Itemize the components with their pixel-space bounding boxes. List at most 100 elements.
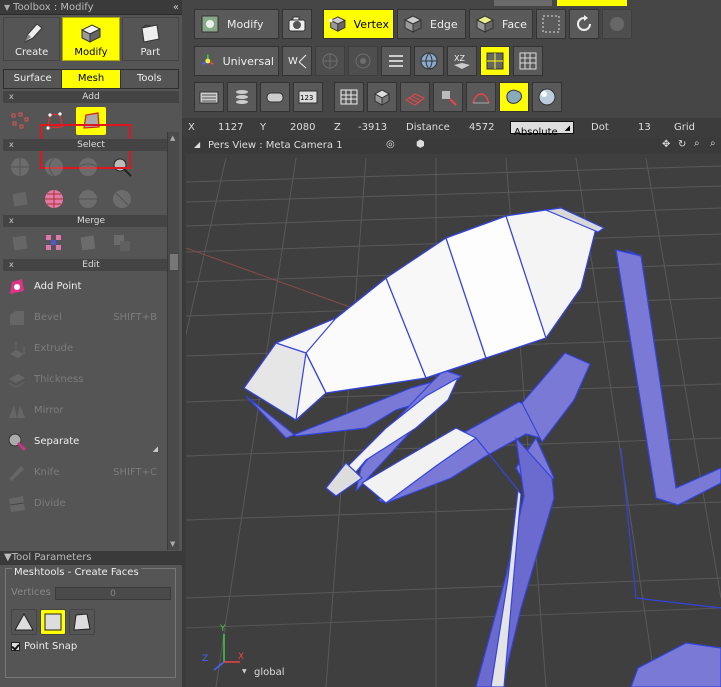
select-loop-button[interactable]	[42, 155, 66, 179]
world-axis-button[interactable]: W	[282, 46, 312, 76]
object-button[interactable]	[367, 82, 397, 112]
section-select[interactable]: x Select	[3, 139, 179, 151]
tab-mesh[interactable]: Mesh	[62, 70, 121, 88]
collapse-triangle-icon[interactable]: ▼	[4, 552, 12, 563]
merge-faces-button[interactable]	[76, 231, 100, 255]
thickness-tool[interactable]: Thickness	[0, 364, 182, 395]
scrollbar-thumb[interactable]	[170, 254, 178, 270]
face-mode-button[interactable]: Face	[469, 9, 533, 39]
merge-vertices-button[interactable]	[42, 231, 66, 255]
coord-mode-dropdown[interactable]: Absolute ◢	[510, 121, 574, 138]
triangle-mode-button[interactable]	[11, 609, 37, 635]
modify-button[interactable]: Modify	[194, 9, 279, 39]
vertex-mode-button[interactable]: Vertex	[323, 9, 394, 39]
spring-button[interactable]	[227, 82, 257, 112]
select-region-button[interactable]	[8, 187, 32, 211]
coordinate-bar: X 1127 Y 2080 Z -3913 Distance 4572 Abso…	[182, 118, 721, 138]
section-add[interactable]: x Add	[3, 91, 179, 103]
grid-icon	[519, 52, 537, 70]
document-tab-active[interactable]	[557, 0, 627, 6]
toolbox-scrollbar[interactable]: ▲ ▼	[167, 132, 179, 550]
tab-tools[interactable]: Tools	[120, 70, 178, 88]
z-label: Z	[334, 122, 341, 133]
coordinate-space-label[interactable]: global	[254, 667, 285, 678]
vertices-field[interactable]: 0	[55, 587, 171, 600]
collapse-triangle-icon[interactable]: ▼	[4, 3, 10, 12]
pan-icon[interactable]: ✥	[662, 139, 670, 150]
mirror-tool[interactable]: Mirror	[0, 395, 182, 426]
extrude-tool[interactable]: Extrude	[0, 333, 182, 364]
numeric-input-button[interactable]: 123	[293, 82, 323, 112]
transform-button[interactable]	[433, 82, 463, 112]
z-value[interactable]: -3913	[358, 122, 387, 133]
snap-grid-button[interactable]	[348, 46, 378, 76]
select-ring-button[interactable]	[76, 155, 100, 179]
universal-button[interactable]: Universal	[194, 46, 279, 76]
edge-mode-button[interactable]: Edge	[397, 9, 466, 39]
document-tab[interactable]	[494, 0, 552, 6]
viewport-canvas[interactable]	[186, 138, 721, 687]
deform-button[interactable]	[466, 82, 496, 112]
rotate-view-button[interactable]	[569, 9, 599, 39]
crosshair-icon	[322, 53, 338, 69]
axis-z-label: Z	[202, 654, 209, 664]
select-rect-button[interactable]	[536, 9, 566, 39]
modify-mode-button[interactable]: Modify	[62, 17, 120, 61]
snap-point-button[interactable]	[315, 46, 345, 76]
add-point-tool[interactable]: Add Point	[0, 271, 182, 302]
zoom-icon[interactable]: ⌕	[694, 138, 700, 149]
space-dropdown-arrow-icon[interactable]: ▼	[242, 668, 247, 675]
viewport-title[interactable]: Pers View : Meta Camera 1	[208, 140, 343, 151]
3d-viewport[interactable]: ◢ Pers View : Meta Camera 1 ◎ ⬢ ✥ ↻ ⌕ ⌕ …	[186, 138, 721, 687]
shading-cube-icon[interactable]: ⬢	[416, 139, 425, 150]
divide-tool[interactable]: Divide	[0, 488, 182, 519]
point-snap-row[interactable]: Point Snap	[11, 641, 77, 652]
knife-tool[interactable]: Knife SHIFT+C	[0, 457, 182, 488]
modify-mode-label: Modify	[74, 47, 108, 58]
global-view-button[interactable]	[414, 46, 444, 76]
grid-snap-button[interactable]	[480, 46, 510, 76]
scroll-down-arrow-icon[interactable]: ▼	[170, 540, 175, 548]
merge-points-button[interactable]	[8, 231, 32, 255]
quad-mode-button[interactable]	[40, 609, 66, 635]
sculpt-button[interactable]	[499, 82, 529, 112]
disabled-tool-button[interactable]	[602, 9, 632, 39]
y-value[interactable]: 2080	[290, 122, 315, 133]
material-button[interactable]	[532, 82, 562, 112]
xz-plane-button[interactable]: XZ	[447, 46, 477, 76]
point-snap-checkbox[interactable]	[11, 642, 20, 651]
create-mode-button[interactable]: Create	[3, 17, 61, 61]
section-edit[interactable]: x Edit	[3, 259, 179, 271]
target-view-icon[interactable]: ◎	[386, 139, 395, 150]
select-sphere-button[interactable]	[8, 155, 32, 179]
grid-display-button[interactable]	[513, 46, 543, 76]
keyboard-button[interactable]	[194, 82, 224, 112]
modify-button-label: Modify	[227, 17, 264, 31]
capsule-button[interactable]	[260, 82, 290, 112]
vertex-cube-icon	[328, 16, 346, 32]
select-all-button[interactable]	[42, 187, 66, 211]
tab-surface[interactable]: Surface	[4, 70, 63, 88]
section-add-label: Add	[82, 92, 100, 102]
add-points-button[interactable]	[8, 109, 32, 133]
polygon-mode-button[interactable]	[69, 609, 95, 635]
section-toggle-icon: x	[9, 92, 14, 101]
mesh-grid-button[interactable]	[334, 82, 364, 112]
camera-button[interactable]	[282, 9, 312, 39]
panel-collapse-button[interactable]: «	[173, 0, 179, 15]
bevel-tool[interactable]: Bevel SHIFT+B	[0, 302, 182, 333]
merge-objects-button[interactable]	[110, 231, 134, 255]
select-invert-button[interactable]	[76, 187, 100, 211]
part-mode-button[interactable]: Part	[121, 17, 179, 61]
wire-button[interactable]	[400, 82, 430, 112]
submenu-arrow-icon[interactable]: ◢	[153, 445, 158, 453]
viewport-menu-icon[interactable]: ◢	[194, 140, 200, 149]
separate-tool[interactable]: Separate ◢	[0, 426, 182, 457]
layers-button[interactable]	[381, 46, 411, 76]
scroll-up-arrow-icon[interactable]: ▲	[170, 134, 175, 142]
select-similar-button[interactable]	[110, 187, 134, 211]
fit-icon[interactable]: ⌕	[710, 138, 716, 149]
section-merge[interactable]: x Merge	[3, 215, 179, 227]
x-value[interactable]: 1127	[218, 122, 243, 133]
orbit-icon[interactable]: ↻	[678, 139, 686, 150]
